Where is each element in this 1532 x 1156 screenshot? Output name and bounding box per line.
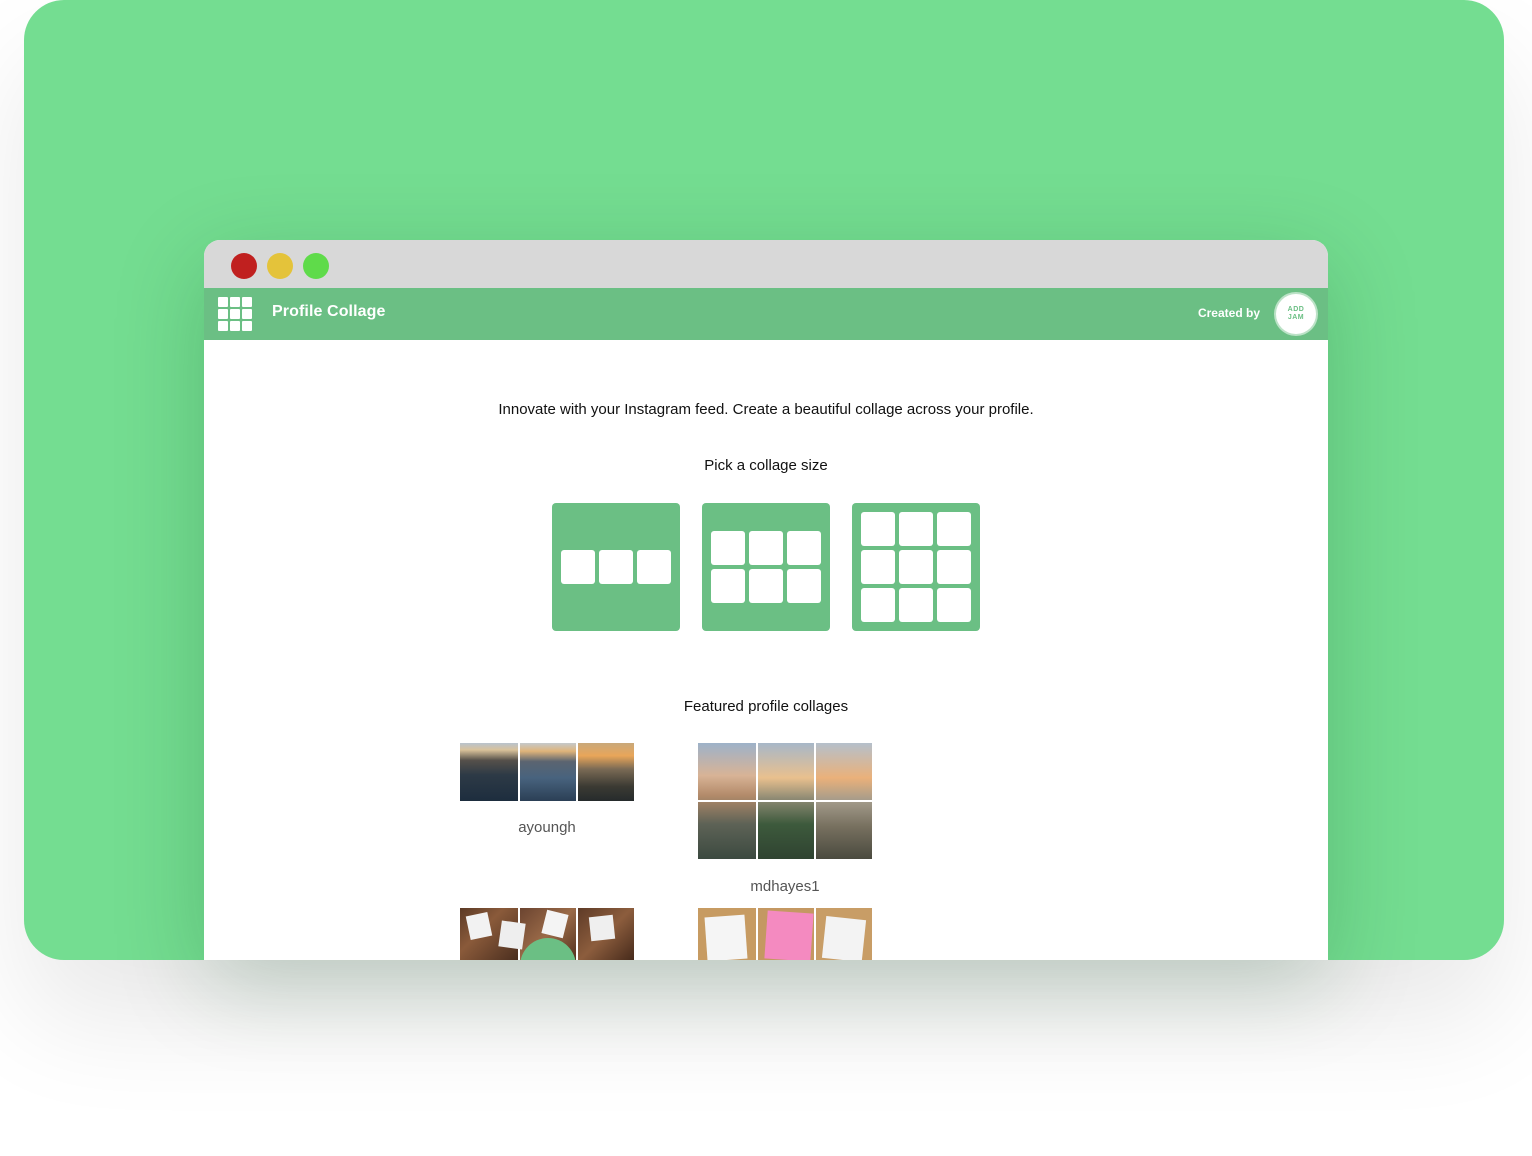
grid-cell xyxy=(899,588,933,622)
collage-size-1x3-button[interactable] xyxy=(552,503,680,631)
grid-cell xyxy=(861,588,895,622)
collage-divider xyxy=(698,800,872,802)
grid-logo-icon[interactable] xyxy=(218,297,252,331)
grid-cell xyxy=(561,550,595,584)
polaroid-photo xyxy=(498,920,526,950)
minimize-window-button[interactable] xyxy=(267,253,293,279)
grid-cell xyxy=(599,550,633,584)
add-jam-badge-icon[interactable]: ADD JAM xyxy=(1276,294,1316,334)
grid-cell xyxy=(787,569,821,603)
tagline: Innovate with your Instagram feed. Creat… xyxy=(498,401,1034,418)
grid-cell xyxy=(899,550,933,584)
browser-window: Profile Collage Created by ADD JAM Innov… xyxy=(204,240,1328,960)
grid-cell xyxy=(937,512,971,546)
featured-collage-polaroids[interactable] xyxy=(460,908,634,960)
grid-cell xyxy=(787,531,821,565)
grid-cell xyxy=(899,512,933,546)
created-by-label: Created by xyxy=(1197,306,1260,320)
collage-tile xyxy=(518,743,576,801)
polaroid-photo xyxy=(465,911,493,941)
collage-tile xyxy=(460,743,518,801)
grid-cell xyxy=(711,569,745,603)
grid-cell xyxy=(711,531,745,565)
featured-collage-mdhayes1[interactable] xyxy=(698,743,872,859)
featured-username[interactable]: mdhayes1 xyxy=(698,878,872,895)
grid-cell xyxy=(861,550,895,584)
close-window-button[interactable] xyxy=(231,253,257,279)
main-content: Innovate with your Instagram feed. Creat… xyxy=(204,340,1328,960)
featured-heading: Featured profile collages xyxy=(683,698,849,715)
app-title[interactable]: Profile Collage xyxy=(272,303,386,321)
grid-cell xyxy=(749,531,783,565)
polaroid-photo xyxy=(588,914,616,942)
featured-username[interactable]: ayoungh xyxy=(460,819,634,836)
collage-tile xyxy=(576,743,634,801)
grid-cell xyxy=(749,569,783,603)
collage-size-3x3-button[interactable] xyxy=(852,503,980,631)
badge-text: ADD JAM xyxy=(1287,306,1305,321)
maximize-window-button[interactable] xyxy=(303,253,329,279)
window-titlebar xyxy=(204,240,1328,288)
featured-collage-corkboard[interactable] xyxy=(698,908,872,960)
grid-cell xyxy=(937,588,971,622)
sticky-note xyxy=(764,910,814,960)
grid-cell xyxy=(637,550,671,584)
grid-cell xyxy=(937,550,971,584)
collage-size-2x3-button[interactable] xyxy=(702,503,830,631)
featured-collage-ayoungh[interactable] xyxy=(460,743,634,801)
polaroid-photo xyxy=(704,914,748,960)
pick-size-heading: Pick a collage size xyxy=(704,457,828,474)
app-header: Profile Collage Created by ADD JAM xyxy=(204,288,1328,340)
grid-cell xyxy=(861,512,895,546)
polaroid-photo xyxy=(821,916,867,960)
